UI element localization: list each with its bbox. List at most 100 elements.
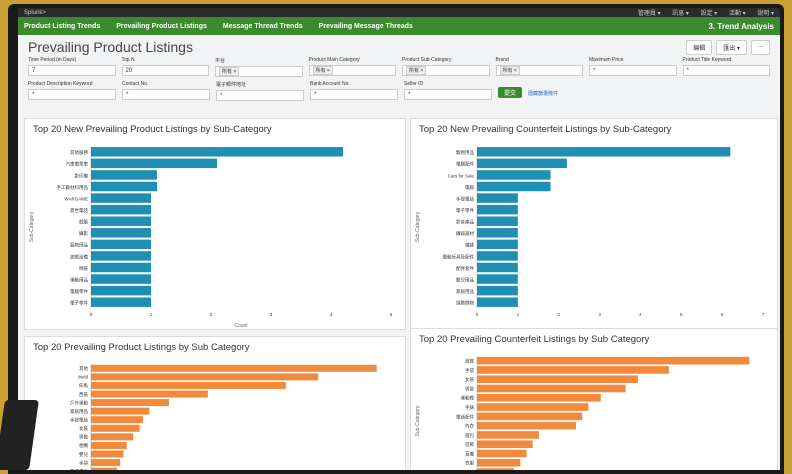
bar [91, 216, 151, 225]
filter-platform: 平台 所有 × [215, 57, 303, 77]
x-tick-label: 2 [210, 312, 213, 317]
selected-chip[interactable]: 所有 × [313, 66, 333, 75]
top-bar-menus: 管理員 ▾ 訊息 ▾ 設定 ▾ 活動 ▾ 說明 ▾ [628, 8, 774, 17]
bar [477, 193, 518, 202]
x-tick-label: 4 [330, 312, 333, 317]
export-button[interactable]: 匯出 ▾ [716, 40, 747, 55]
app-brand: 3. Trend Analysis [708, 22, 774, 31]
contact-no-input[interactable]: * [122, 89, 210, 100]
bar [91, 263, 151, 272]
category-label: 影音產品 [456, 219, 474, 226]
tab-prevailing-message-threads[interactable]: Prevailing Message Threads [319, 23, 413, 30]
submit-button[interactable]: 提交 [498, 87, 522, 98]
chart-title: Top 20 New Prevailing Product Listings b… [25, 119, 405, 140]
bar [91, 373, 318, 380]
category-label: 手提電話 [70, 416, 88, 423]
category-label: 攝影 [79, 230, 88, 237]
filter-label: Product Main Category [309, 57, 397, 63]
bar [477, 297, 518, 306]
app-name: Splunk> [24, 10, 46, 16]
bank-account-input[interactable]: * [310, 89, 398, 100]
tab-product-listing-trends[interactable]: Product Listing Trends [24, 23, 100, 30]
bar [91, 170, 157, 179]
time-period-input[interactable]: 7 [28, 65, 116, 76]
tab-message-thread-trends[interactable]: Message Thread Trends [223, 23, 303, 30]
chart-title: Top 20 New Prevailing Counterfeit Listin… [411, 119, 777, 140]
bar [91, 399, 169, 406]
chart-panel-2: Top 20 New Prevailing Counterfeit Listin… [410, 118, 778, 330]
page-header: Prevailing Product Listings 編輯 匯出 ▾ ... [18, 35, 780, 57]
category-label: 手袋 [465, 367, 474, 374]
bar [91, 416, 143, 423]
category-label: 家居用品 [70, 408, 88, 415]
bar [91, 425, 140, 432]
bar [91, 205, 151, 214]
category-label: 西裝 [79, 391, 88, 398]
tab-prevailing-product-listings[interactable]: Prevailing Product Listings [116, 23, 207, 30]
category-label: 遊戲設備 [70, 253, 88, 260]
filter-contact-no: Contact No. * [122, 81, 210, 101]
bar [91, 459, 120, 466]
x-tick-label: 5 [390, 312, 393, 317]
email-input[interactable]: * [216, 90, 304, 101]
bar [91, 365, 377, 372]
title-keyword-input[interactable]: * [683, 65, 771, 76]
bar [91, 251, 151, 260]
menu-activity[interactable]: 活動 ▾ [729, 11, 746, 17]
category-label: 電腦配件 [456, 161, 474, 168]
bar [477, 422, 576, 430]
filter-label: Time Period (in Days) [28, 57, 116, 63]
menu-settings[interactable]: 設定 ▾ [701, 11, 718, 17]
hide-filters-link[interactable]: 隱藏篩選條件 [528, 90, 558, 101]
bar [477, 413, 582, 421]
menu-help[interactable]: 說明 ▾ [757, 11, 774, 17]
filter-label: Product Description Keyword [28, 81, 116, 87]
filter-row-1: Time Period (in Days) 7 Top N 20 平台 所有 ×… [28, 57, 770, 77]
bar [477, 216, 518, 225]
filter-label: Maximum Price [589, 57, 677, 63]
platform-select[interactable]: 所有 × [215, 66, 303, 77]
category-label: 手袋 [79, 459, 88, 466]
more-button[interactable]: ... [751, 40, 770, 55]
menu-admin[interactable]: 管理員 ▾ [638, 11, 661, 17]
bar [477, 159, 567, 168]
category-label: 戲服 [79, 219, 88, 226]
category-label: 電子零件 [456, 207, 474, 214]
bar [477, 274, 518, 283]
x-tick-label: 0 [90, 312, 93, 317]
bar [91, 450, 123, 457]
filter-max-price: Maximum Price * [589, 57, 677, 77]
top-n-input[interactable]: 20 [122, 65, 210, 76]
filter-main-category: Product Main Category 所有 × [309, 57, 397, 77]
bar [477, 450, 527, 458]
menu-messages[interactable]: 訊息 ▾ [672, 11, 689, 17]
description-keyword-input[interactable]: * [28, 89, 116, 100]
bar [477, 431, 539, 439]
bar [91, 442, 127, 449]
main-category-select[interactable]: 所有 × [309, 65, 397, 76]
category-label: 女裝 [79, 425, 88, 432]
category-label: 內衣 [465, 423, 474, 430]
edit-button[interactable]: 編輯 [686, 40, 712, 55]
x-tick-label: 1 [517, 312, 520, 317]
max-price-input[interactable]: * [589, 65, 677, 76]
brand-select[interactable]: 所有 × [496, 65, 584, 76]
bar [477, 182, 551, 191]
chart-new-product-listings: 其他服務汽車電單車影印機手工藝材料用品WARGAME蓋世電話戲服攝影寵物用品遊戲… [25, 140, 405, 330]
selected-chip[interactable]: 所有 × [500, 66, 520, 75]
category-label: 手錶 [465, 404, 474, 411]
category-label: 相機 [79, 442, 88, 449]
category-label: 嬰兒用品 [456, 276, 474, 283]
filter-seller-id: Seller ID * [404, 81, 492, 101]
sub-category-select[interactable]: 所有 × [402, 65, 490, 76]
x-tick-label: 2 [557, 312, 560, 317]
selected-chip[interactable]: 所有 × [406, 66, 426, 75]
category-label: WARGAME [64, 196, 88, 201]
bar [91, 274, 151, 283]
selected-chip[interactable]: 所有 × [219, 67, 239, 76]
category-label: 其他服務 [70, 149, 88, 156]
page-title: Prevailing Product Listings [28, 39, 193, 55]
seller-id-input[interactable]: * [404, 89, 492, 100]
bar [91, 382, 286, 389]
category-label: 衣服 [465, 460, 474, 467]
